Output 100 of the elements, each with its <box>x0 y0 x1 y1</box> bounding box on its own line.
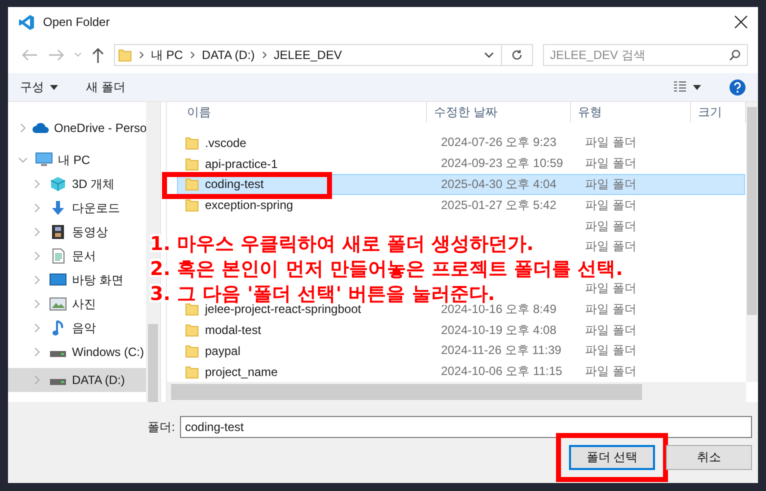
collapsed-chevron-icon[interactable] <box>32 275 42 285</box>
sidebar-item[interactable]: OneDrive - Perso <box>8 116 146 140</box>
modified-date: 2024-11-26 오후 11:39 <box>441 343 562 358</box>
file-row[interactable]: paypal 2024-11-26 오후 11:39 파일 폴더 <box>177 340 745 362</box>
refresh-icon[interactable] <box>511 49 523 61</box>
window-title: Open Folder <box>43 15 111 29</box>
forward-arrow-icon[interactable] <box>48 49 64 61</box>
file-name: paypal <box>205 344 240 358</box>
folder-name-field[interactable]: coding-test <box>180 416 752 438</box>
folder-icon <box>185 364 199 379</box>
vertical-scrollbar[interactable] <box>746 102 758 382</box>
address-bar[interactable]: 내 PC DATA (D:) JELEE_DEV <box>114 44 533 66</box>
monitor-icon <box>35 152 53 168</box>
view-options-icon[interactable] <box>673 81 687 93</box>
modified-date: 2024-10-06 오후 11:15 <box>441 364 562 378</box>
file-type: 파일 폴더 <box>585 198 636 212</box>
collapsed-chevron-icon[interactable] <box>32 347 42 357</box>
collapsed-chevron-icon[interactable] <box>18 123 28 133</box>
annotation-text: 1. 마우스 우클릭하여 새로 폴더 생성하던가. <box>150 234 534 254</box>
folder-icon <box>185 344 199 358</box>
file-type: 파일 폴더 <box>585 322 636 336</box>
search-icon <box>729 49 741 61</box>
caret-icon[interactable] <box>693 84 701 90</box>
file-row[interactable]: .vscode 2024-07-26 오후 9:23 파일 폴더 <box>177 132 745 154</box>
chevron-icon <box>262 51 267 59</box>
file-row[interactable]: modal-test 2024-10-19 오후 4:08 파일 폴더 <box>177 320 745 340</box>
film-icon <box>51 224 65 240</box>
new-folder-button[interactable]: 새 폴더 <box>86 78 126 96</box>
folder-icon <box>185 302 199 316</box>
annotation-text: 2. 혹은 본인이 먼저 만들어놓은 프로젝트 폴더를 선택. <box>150 259 623 279</box>
sidebar-item[interactable]: 바탕 화면 <box>8 268 146 292</box>
caret-icon[interactable] <box>484 52 494 58</box>
folder-icon <box>118 48 132 62</box>
file-row[interactable]: project_name 2024-10-06 오후 11:15 파일 폴더 <box>177 361 745 382</box>
sidebar-item[interactable]: 다운로드 <box>8 196 146 220</box>
file-type: 파일 폴더 <box>585 280 636 295</box>
screen-icon <box>49 273 67 287</box>
file-type: 파일 폴더 <box>585 302 636 316</box>
folder-icon <box>185 156 199 171</box>
sidebar-item[interactable]: DATA (D:) <box>8 368 146 392</box>
file-row[interactable]: coding-test 2025-04-30 오후 4:04 파일 폴더 <box>177 174 745 195</box>
breadcrumb[interactable]: 내 PC <box>150 46 183 64</box>
modified-date: 2024-07-26 오후 9:23 <box>441 135 556 150</box>
folder-icon <box>185 136 199 150</box>
collapsed-chevron-icon[interactable] <box>32 227 42 237</box>
file-name: api-practice-1 <box>205 156 278 171</box>
sidebar-item[interactable]: 3D 개체 <box>8 172 146 196</box>
up-arrow-icon[interactable] <box>92 48 104 62</box>
file-type: 파일 폴더 <box>585 239 636 254</box>
folder-icon <box>185 323 199 337</box>
column-header[interactable]: 이름 <box>167 102 427 124</box>
back-arrow-icon[interactable] <box>22 49 38 61</box>
breadcrumb[interactable]: JELEE_DEV <box>274 48 342 62</box>
sidebar-item[interactable]: 내 PC <box>8 148 146 172</box>
organize-menu[interactable]: 구성 <box>20 78 58 96</box>
cloud-icon <box>32 122 50 134</box>
collapsed-chevron-icon[interactable] <box>32 299 42 309</box>
column-header[interactable]: 수정한 날짜 <box>427 102 571 124</box>
file-name: modal-test <box>205 323 262 337</box>
folder-icon <box>185 177 199 192</box>
sidebar-item[interactable]: Windows (C:) <box>8 340 146 364</box>
chevron-icon <box>190 51 195 59</box>
document-icon <box>52 248 64 264</box>
close-icon[interactable] <box>734 15 748 29</box>
collapsed-chevron-icon[interactable] <box>32 203 42 213</box>
expanded-chevron-icon[interactable] <box>18 155 28 165</box>
picture-icon <box>49 297 67 311</box>
annotation-text: 3. 그 다음 '폴더 선택' 버튼을 눌러준다. <box>150 284 495 304</box>
sidebar-item[interactable]: 음악 <box>8 316 146 340</box>
modified-date: 2024-10-19 오후 4:08 <box>441 322 556 336</box>
help-icon[interactable] <box>729 78 746 96</box>
file-row[interactable]: api-practice-1 2024-09-23 오후 10:59 파일 폴더 <box>177 153 745 174</box>
music-note-icon <box>52 319 64 337</box>
collapsed-chevron-icon[interactable] <box>32 179 42 189</box>
sidebar-item[interactable]: 문서 <box>8 244 146 268</box>
collapsed-chevron-icon[interactable] <box>32 375 42 385</box>
file-row[interactable]: exception-spring 2025-01-27 오후 5:42 파일 폴더 <box>177 194 745 216</box>
column-header[interactable]: 유형 <box>571 102 691 124</box>
collapsed-chevron-icon[interactable] <box>32 251 42 261</box>
sidebar-item[interactable]: 동영상 <box>8 220 146 244</box>
file-type: 파일 폴더 <box>585 364 636 378</box>
collapsed-chevron-icon[interactable] <box>32 323 42 333</box>
file-type: 파일 폴더 <box>585 176 636 191</box>
sidebar-item[interactable]: 사진 <box>8 292 146 316</box>
horizontal-scrollbar[interactable] <box>167 382 746 402</box>
file-type: 파일 폴더 <box>585 343 636 358</box>
caret-icon <box>50 84 58 90</box>
folder-label: 폴더: <box>148 418 175 436</box>
chevron-icon <box>138 51 144 59</box>
breadcrumb[interactable]: DATA (D:) <box>202 48 255 62</box>
select-folder-button[interactable]: 폴더 선택 <box>569 445 655 470</box>
cancel-button[interactable]: 취소 <box>666 445 752 470</box>
modified-date: 2025-04-30 오후 4:04 <box>441 176 556 191</box>
file-name: .vscode <box>205 136 246 150</box>
down-arrow-icon <box>50 200 66 216</box>
file-type: 파일 폴더 <box>585 135 636 150</box>
file-name: jelee-project-react-springboot <box>205 302 362 316</box>
code-editor-logo-icon <box>18 14 35 30</box>
file-name: project_name <box>205 364 278 379</box>
search-field[interactable]: JELEE_DEV 검색 <box>543 44 748 66</box>
